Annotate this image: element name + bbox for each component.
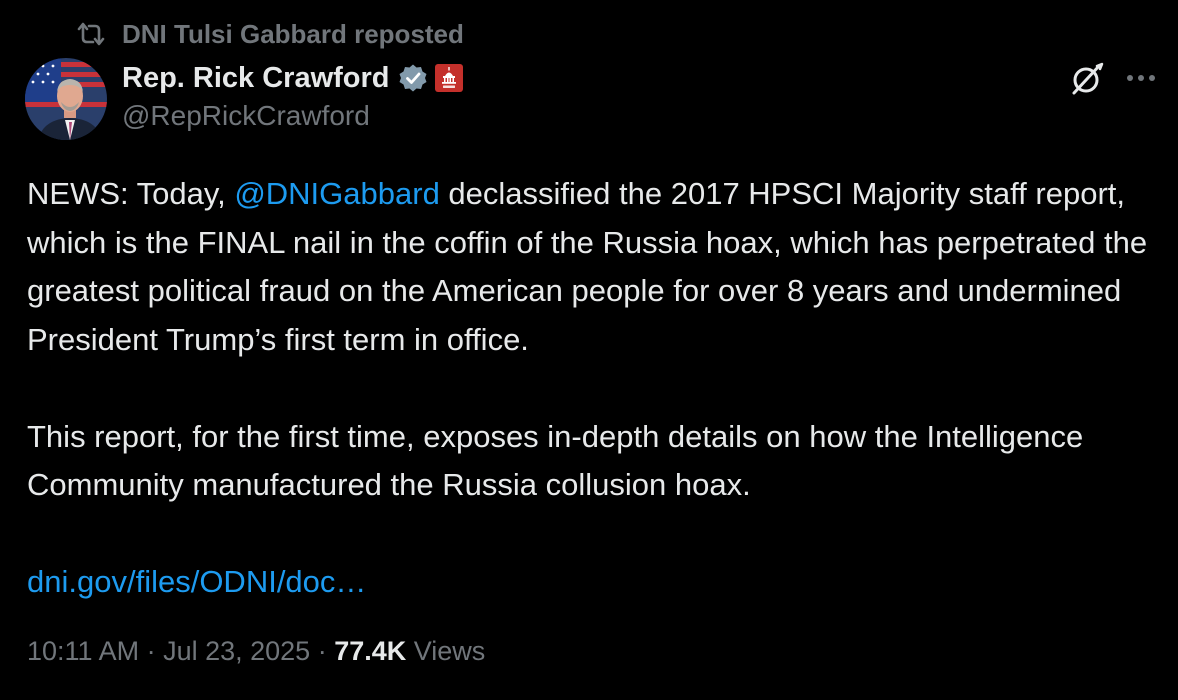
views-count[interactable]: 77.4K	[334, 636, 406, 666]
author-name-row[interactable]: Rep. Rick Crawford	[122, 58, 464, 98]
more-options-icon[interactable]	[1124, 64, 1158, 92]
meta-separator: ·	[139, 636, 164, 666]
views-label: Views	[406, 636, 486, 666]
tweet-text: NEWS: Today, @DNIGabbard declassified th…	[27, 170, 1162, 607]
tweet-time[interactable]: 10:11 AM	[27, 636, 139, 666]
verified-gray-badge-icon[interactable]	[398, 63, 428, 93]
tweet-metadata: 10:11 AM · Jul 23, 2025 · 77.4K Views	[27, 636, 485, 667]
author-handle[interactable]: @RepRickCrawford	[122, 100, 370, 132]
external-link[interactable]: dni.gov/files/ODNI/doc…	[27, 564, 366, 599]
avatar[interactable]	[25, 58, 107, 140]
repost-indicator[interactable]: DNI Tulsi Gabbard reposted	[76, 18, 464, 50]
repost-icon	[76, 21, 106, 47]
tweet-text-segment: NEWS: Today,	[27, 176, 235, 211]
us-capitol-badge-icon[interactable]	[434, 63, 464, 93]
tweet-paragraph: This report, for the first time, exposes…	[27, 418, 1084, 503]
tweet-date[interactable]: Jul 23, 2025	[163, 636, 310, 666]
meta-separator: ·	[310, 636, 335, 666]
repost-label: DNI Tulsi Gabbard reposted	[122, 18, 464, 49]
tweet-paragraph: NEWS: Today, @DNIGabbard declassified th…	[27, 170, 1162, 364]
mention-link[interactable]: @DNIGabbard	[234, 176, 440, 211]
grok-icon[interactable]	[1068, 60, 1106, 98]
author-display-name[interactable]: Rep. Rick Crawford	[122, 62, 390, 95]
